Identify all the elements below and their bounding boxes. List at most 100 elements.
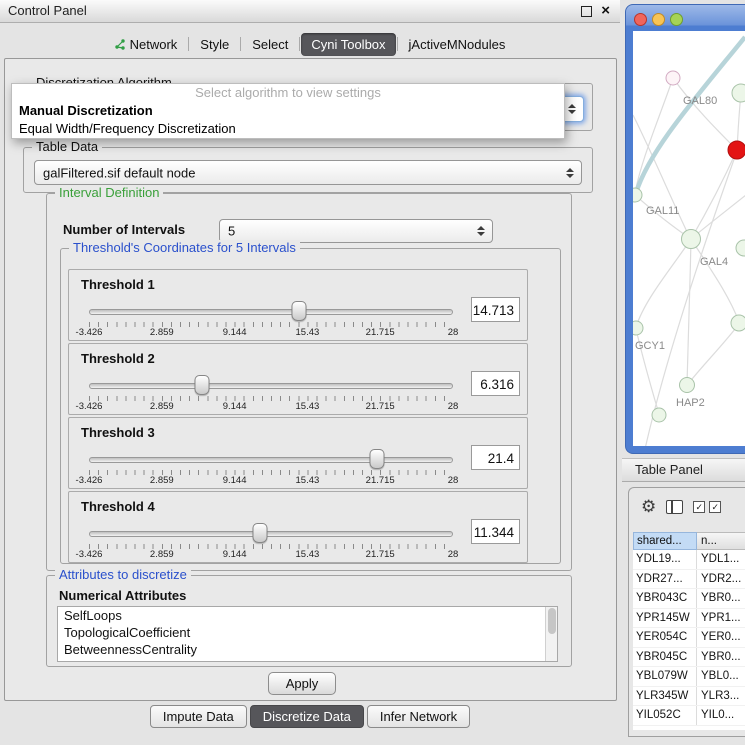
numerical-attributes-list[interactable]: SelfLoopsTopologicalCoefficientBetweenne… xyxy=(57,606,558,662)
network-node[interactable] xyxy=(736,240,745,256)
tick-label: 9.144 xyxy=(223,549,247,560)
table-row[interactable]: YDL19...YDL1... xyxy=(633,550,745,570)
attributes-to-discretize-group: Attributes to discretize Numerical Attri… xyxy=(46,575,572,667)
table-panel-window: ⚙ ✓ ✓ shared...n... YDL19...YDL1...YDR27… xyxy=(628,487,745,737)
threshold-slider[interactable]: -3.4262.8599.14415.4321.71528 xyxy=(89,374,453,412)
thresholds-coordinates-group: Threshold's Coordinates for 5 Intervals … xyxy=(60,248,561,564)
network-node-label: GAL80 xyxy=(683,95,717,107)
attribute-list-item[interactable]: BetweennessCentrality xyxy=(58,641,557,658)
table-cell[interactable]: YPR1... xyxy=(697,609,745,628)
slider-thumb[interactable] xyxy=(369,449,384,469)
network-node[interactable] xyxy=(633,321,643,335)
table-cell[interactable]: YIL052C xyxy=(633,706,697,725)
slider-track[interactable] xyxy=(89,309,453,315)
table-cell[interactable]: YBL0... xyxy=(697,667,745,686)
slider-tick-labels: -3.4262.8599.14415.4321.71528 xyxy=(89,549,453,561)
threshold-slider[interactable]: -3.4262.8599.14415.4321.71528 xyxy=(89,300,453,338)
top-tabs: NetworkStyleSelectCyni ToolboxjActiveMNo… xyxy=(0,30,620,58)
table-cell[interactable]: YBR045C xyxy=(633,648,697,667)
tick-label: 15.43 xyxy=(296,401,320,412)
table-cell[interactable]: YER054C xyxy=(633,628,697,647)
table-row[interactable]: YBR043CYBR0... xyxy=(633,589,745,609)
threshold-value-field[interactable]: 14.713 xyxy=(471,297,520,322)
slider-track[interactable] xyxy=(89,531,453,537)
tab-discretize-data[interactable]: Discretize Data xyxy=(250,705,364,728)
table-cell[interactable]: YBL079W xyxy=(633,667,697,686)
table-cell[interactable]: YBR0... xyxy=(697,648,745,667)
attribute-list-item[interactable]: SelfLoops xyxy=(58,607,557,624)
close-icon[interactable]: × xyxy=(601,1,610,21)
network-node[interactable] xyxy=(732,84,745,102)
table-cell[interactable]: YER0... xyxy=(697,628,745,647)
threshold-value-field[interactable]: 21.4 xyxy=(471,445,520,470)
checkbox-icon[interactable]: ✓ xyxy=(693,501,705,513)
network-node[interactable] xyxy=(652,408,666,422)
attribute-list-item[interactable]: TopologicalCoefficient xyxy=(58,624,557,641)
tab-cyni-toolbox[interactable]: Cyni Toolbox xyxy=(301,33,395,56)
network-node[interactable] xyxy=(680,378,695,393)
combo-stepper-icon xyxy=(566,168,574,178)
scrollbar[interactable] xyxy=(545,607,557,661)
traffic-light-zoom-icon[interactable] xyxy=(670,13,683,26)
slider-track[interactable] xyxy=(89,457,453,463)
apply-button[interactable]: Apply xyxy=(268,672,336,695)
slider-track[interactable] xyxy=(89,383,453,389)
tab-infer-network[interactable]: Infer Network xyxy=(367,705,470,728)
threshold-slider[interactable]: -3.4262.8599.14415.4321.71528 xyxy=(89,522,453,560)
network-edge-thick[interactable] xyxy=(636,37,745,193)
table-row[interactable]: YPR145WYPR1... xyxy=(633,609,745,629)
table-cell[interactable]: YDR27... xyxy=(633,570,697,589)
table-cell[interactable]: YDL1... xyxy=(697,550,745,569)
numerical-attributes-items: SelfLoopsTopologicalCoefficientBetweenne… xyxy=(58,607,557,658)
checkbox-icon[interactable]: ✓ xyxy=(709,501,721,513)
tab-impute-data[interactable]: Impute Data xyxy=(150,705,247,728)
table-row[interactable]: YIL052CYIL0... xyxy=(633,706,745,726)
tick-label: 28 xyxy=(448,475,459,486)
table-cell[interactable]: YBR0... xyxy=(697,589,745,608)
tab-jactivemnodules[interactable]: jActiveMNodules xyxy=(399,33,516,56)
network-node[interactable] xyxy=(666,71,680,85)
threshold-panel: Threshold 3-3.4262.8599.14415.4321.71528… xyxy=(68,417,528,489)
network-node[interactable] xyxy=(633,188,642,202)
table-cell[interactable]: YLR3... xyxy=(697,687,745,706)
tick-label: 21.715 xyxy=(366,401,395,412)
threshold-slider[interactable]: -3.4262.8599.14415.4321.71528 xyxy=(89,448,453,486)
column-header[interactable]: n... xyxy=(697,532,745,550)
slider-thumb[interactable] xyxy=(194,375,209,395)
table-cell[interactable]: YDR2... xyxy=(697,570,745,589)
network-node-selected[interactable] xyxy=(728,141,745,159)
table-cell[interactable]: YDL19... xyxy=(633,550,697,569)
threshold-value-field[interactable]: 6.316 xyxy=(471,371,520,396)
traffic-light-close-icon[interactable] xyxy=(634,13,647,26)
network-canvas[interactable]: GAL80 GAL11 GAL4 GCY1 HAP2 xyxy=(633,31,745,446)
gear-icon[interactable]: ⚙ xyxy=(641,497,656,517)
network-node[interactable] xyxy=(682,230,701,249)
tick-label: -3.426 xyxy=(76,475,103,486)
table-row[interactable]: YER054CYER0... xyxy=(633,628,745,648)
tab-select[interactable]: Select xyxy=(242,33,298,56)
table-cell[interactable]: YPR145W xyxy=(633,609,697,628)
column-header[interactable]: shared... xyxy=(633,532,697,550)
table-row[interactable]: YLR345WYLR3... xyxy=(633,687,745,707)
network-node[interactable] xyxy=(731,315,745,331)
table-cell[interactable]: YIL0... xyxy=(697,706,745,725)
table-cell[interactable]: YBR043C xyxy=(633,589,697,608)
traffic-light-minimize-icon[interactable] xyxy=(652,13,665,26)
tab-network[interactable]: Network xyxy=(105,33,188,56)
popup-option-equal-width-frequency[interactable]: Equal Width/Frequency Discretization xyxy=(12,120,564,138)
table-row[interactable]: YBL079WYBL0... xyxy=(633,667,745,687)
table-row[interactable]: YBR045CYBR0... xyxy=(633,648,745,668)
table-data-combobox[interactable]: galFiltered.sif default node xyxy=(34,160,582,185)
network-icon xyxy=(115,39,126,50)
float-window-icon[interactable] xyxy=(581,6,592,17)
popup-option-manual-discretization[interactable]: Manual Discretization xyxy=(12,102,564,120)
slider-thumb[interactable] xyxy=(253,523,268,543)
table-row[interactable]: YDR27...YDR2... xyxy=(633,570,745,590)
threshold-value-field[interactable]: 11.344 xyxy=(471,519,520,544)
slider-thumb[interactable] xyxy=(292,301,307,321)
tab-style[interactable]: Style xyxy=(190,33,239,56)
scrollbar-thumb[interactable] xyxy=(548,608,556,634)
table-cell[interactable]: YLR345W xyxy=(633,687,697,706)
column-visibility-icon[interactable] xyxy=(666,500,683,514)
tick-label: 21.715 xyxy=(366,549,395,560)
